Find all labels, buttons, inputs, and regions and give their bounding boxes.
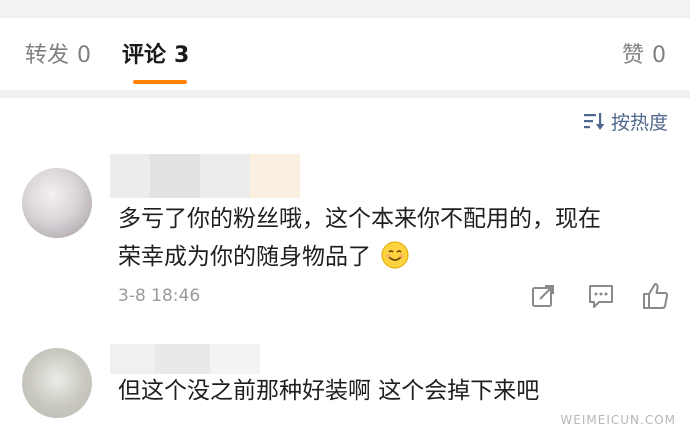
like-button[interactable] [640, 281, 670, 311]
top-strip [0, 0, 690, 18]
comment-text: 多亏了你的粉丝哦，这个本来你不配用的，现在 荣幸成为你的随身物品了 [118, 200, 601, 276]
avatar[interactable] [22, 168, 92, 238]
thumbs-up-icon [643, 283, 669, 309]
tab-bar: 转发 0 评论 3 赞0 [0, 18, 690, 88]
tab-comment-label: 评论 [122, 43, 167, 68]
sort-button[interactable]: 按热度 [583, 108, 668, 134]
share-button[interactable] [528, 281, 558, 311]
avatar[interactable] [22, 348, 92, 418]
username-blurred[interactable] [110, 344, 260, 374]
reply-button[interactable] [586, 281, 616, 311]
comment-item: 多亏了你的粉丝哦，这个本来你不配用的，现在 荣幸成为你的随身物品了 3-8 18… [0, 150, 690, 326]
tab-like-count: 0 [652, 43, 666, 68]
tab-repost-count: 0 [77, 43, 92, 68]
comment-text-line: 多亏了你的粉丝哦，这个本来你不配用的，现在 [118, 206, 601, 232]
smiling-face-emoji [381, 241, 409, 268]
comment-time: 3-8 18:46 [118, 286, 201, 306]
share-icon [532, 285, 554, 307]
comment-text: 但这个没之前那种好装啊 这个会掉下来吧 [118, 372, 539, 410]
tab-like[interactable]: 赞0 [622, 42, 666, 70]
username-blurred[interactable] [110, 154, 300, 198]
tab-comment[interactable]: 评论 3 [122, 42, 690, 70]
tab-repost[interactable]: 转发 0 [25, 42, 91, 70]
tab-repost-label: 转发 [25, 43, 70, 68]
divider [0, 90, 690, 98]
sort-icon [583, 113, 605, 130]
comment-text-line: 但这个没之前那种好装啊 这个会掉下来吧 [118, 378, 540, 404]
reply-icon [589, 285, 613, 308]
watermark: WEIMEICUN.COM [560, 413, 676, 427]
sort-label: 按热度 [610, 111, 668, 134]
comment-text-line: 荣幸成为你的随身物品了 [118, 244, 371, 270]
tab-like-label: 赞 [621, 43, 644, 68]
tab-comment-count: 3 [174, 43, 190, 68]
active-tab-indicator [133, 80, 187, 84]
